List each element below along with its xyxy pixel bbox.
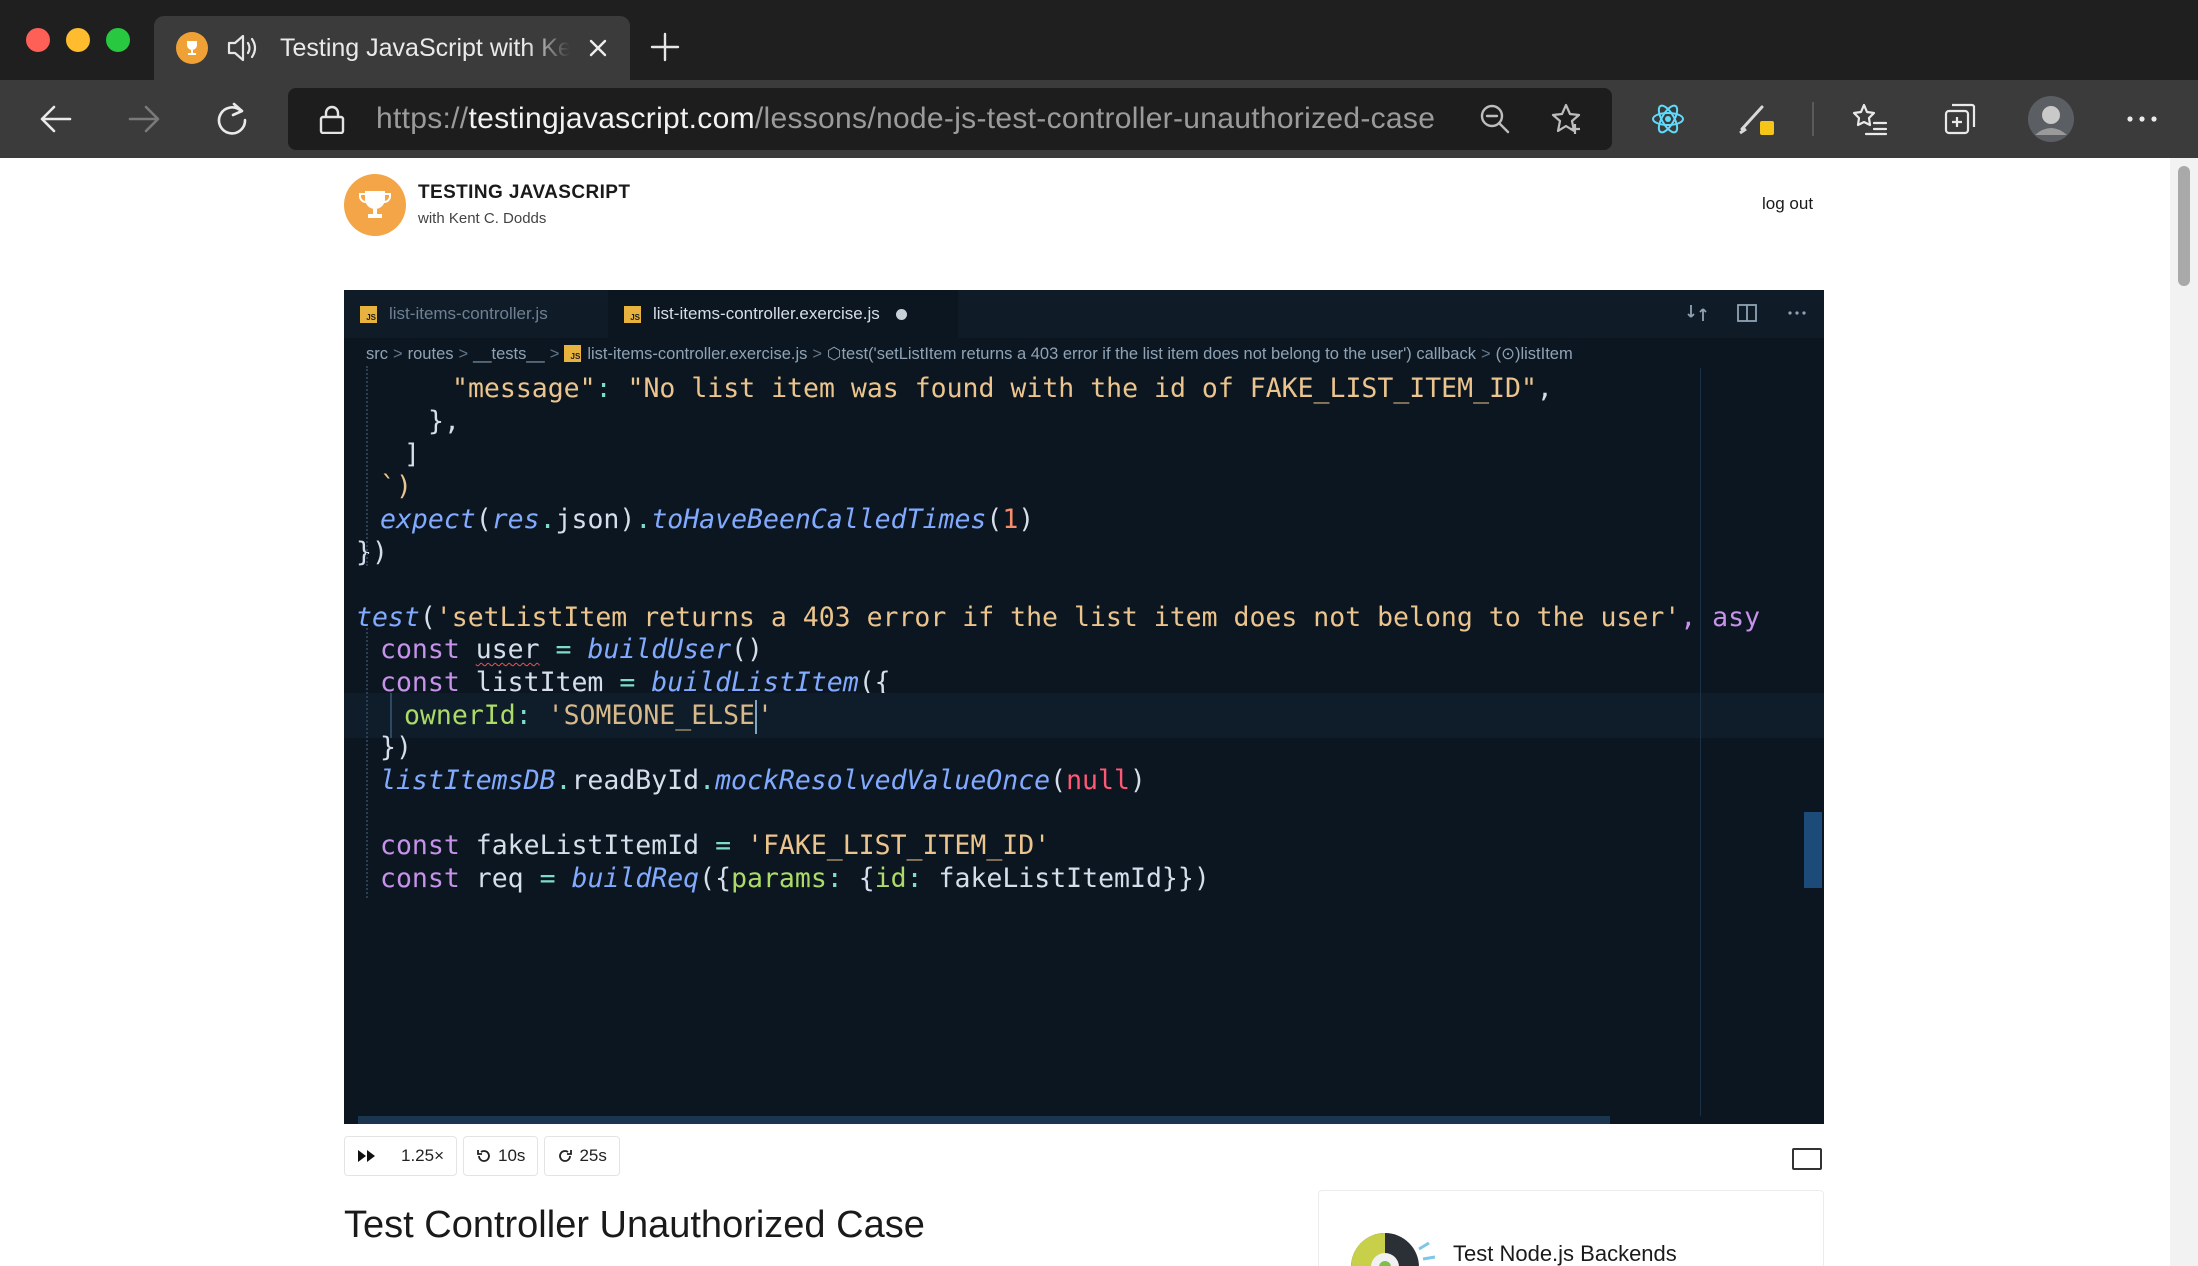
editor-horizontal-scrollbar [358,1116,1610,1124]
trophy-logo-icon[interactable] [344,174,406,236]
page-scrollbar[interactable] [2170,158,2198,1266]
brand-subtitle: with Kent C. Dodds [418,210,547,227]
zoom-out-icon[interactable] [1478,102,1512,136]
more-actions-icon [1788,311,1806,315]
editor-breadcrumb: src > routes > __tests__ > JS list-items-contro… [366,345,1573,363]
forward-25s-button[interactable]: 25s [544,1136,620,1176]
favorites-list-icon[interactable] [1850,99,1890,139]
editor-tab-label: list-items-controller.js [389,304,548,323]
trophy-favicon-icon [176,32,208,64]
speaker-audio-icon[interactable] [226,32,262,64]
lock-icon[interactable] [318,104,346,135]
editor-tab-bar: JS list-items-controller.js JS list-item… [344,290,1824,338]
breadcrumb-item: listItem [1520,345,1573,363]
forward-label: 25s [579,1146,607,1165]
url-path: /lessons/node-js-test-controller-unautho… [754,102,1436,135]
breadcrumb-item: __tests__ [473,345,545,363]
forward-icon [559,1150,573,1162]
refresh-icon[interactable] [212,99,252,139]
lesson-video[interactable]: JS list-items-controller.js JS list-item… [344,290,1824,1124]
breadcrumb-item: src [366,345,388,363]
address-bar[interactable]: https://testingjavascript.com/lessons/no… [288,88,1612,150]
minimap-slider [1804,812,1822,888]
cube-symbol-icon: ⬡ [827,345,842,363]
rewind-label: 10s [498,1146,526,1165]
player-controls: 1.25× 10s 25s [344,1136,620,1176]
tab-title: Testing JavaScript with Kent C. Dodds [280,34,570,62]
profile-avatar[interactable] [2026,94,2076,144]
code-line: listItemsDB.readById.mockResolvedValueOn… [380,765,1146,796]
more-options-icon[interactable] [2122,99,2162,139]
url-scheme: https:// [376,102,469,135]
favorite-star-icon[interactable] [1550,102,1584,136]
editor-actions [1686,302,1808,324]
editor-tab-label: list-items-controller.exercise.js [653,304,880,323]
forward-arrow-icon[interactable] [124,99,164,139]
browser-tab-active[interactable]: Testing JavaScript with Kent C. Dodds [154,16,630,80]
editor-tab-exercise: JS list-items-controller.exercise.js [608,290,958,338]
lesson-title: Test Controller Unauthorized Case [344,1204,925,1246]
code-area: "message": "No list item was found with … [344,366,1824,1124]
playback-speed-label: 1.25× [401,1146,445,1165]
course-title: Test Node.js Backends [1453,1241,1677,1266]
browser-tab-bar: Testing JavaScript with Kent C. Dodds [0,0,2198,80]
js-file-icon: JS [624,305,641,323]
zoom-window-button[interactable] [106,28,130,52]
variable-symbol-icon: (⊙) [1495,345,1521,363]
code-line: const req = buildReq({params: {id: fakeL… [380,863,1210,894]
compare-changes-icon [1687,305,1707,321]
back-arrow-icon[interactable] [36,99,76,139]
unsaved-dot-icon [895,308,907,320]
react-devtools-icon[interactable] [1648,99,1688,139]
playback-speed-button[interactable]: 1.25× [344,1136,458,1176]
toolbar-divider [1812,102,1814,136]
split-editor-icon [1737,304,1757,322]
close-window-button[interactable] [26,28,50,52]
minimap-border [1700,368,1701,1116]
url-host: testingjavascript.com [468,102,755,135]
scrollbar-thumb[interactable] [2178,166,2190,286]
js-file-icon: JS [360,305,377,323]
theater-mode-icon[interactable] [1792,1148,1822,1170]
fast-forward-icon [358,1150,375,1162]
code-line: }) [356,537,388,568]
web-page: TESTING JAVASCRIPT with Kent C. Dodds lo… [0,158,2170,1266]
rewind-icon [477,1150,490,1162]
breadcrumb-item: routes [407,345,454,363]
url-text[interactable]: https://testingjavascript.com/lessons/no… [376,88,1435,150]
highlighter-extension-icon[interactable] [1736,99,1776,139]
course-card[interactable]: Test Node.js Backends [1318,1190,1824,1266]
logout-link[interactable]: log out [1762,194,1813,214]
browser-toolbar: https://testingjavascript.com/lessons/no… [0,80,2198,158]
minimize-window-button[interactable] [66,28,90,52]
breadcrumb-item: list-items-controller.exercise.js [587,345,808,363]
close-tab-icon[interactable] [584,34,612,62]
editor-tab-controller: JS list-items-controller.js [344,290,606,338]
collections-icon[interactable] [1940,99,1980,139]
js-file-icon: JS [564,345,582,362]
brand-title[interactable]: TESTING JAVASCRIPT [418,182,630,204]
rewind-10s-button[interactable]: 10s [463,1136,539,1176]
breadcrumb-item: test('setListItem returns a 403 error if… [841,345,1476,363]
new-tab-plus-icon[interactable] [648,30,682,64]
course-illustration-icon [1351,1233,1436,1266]
